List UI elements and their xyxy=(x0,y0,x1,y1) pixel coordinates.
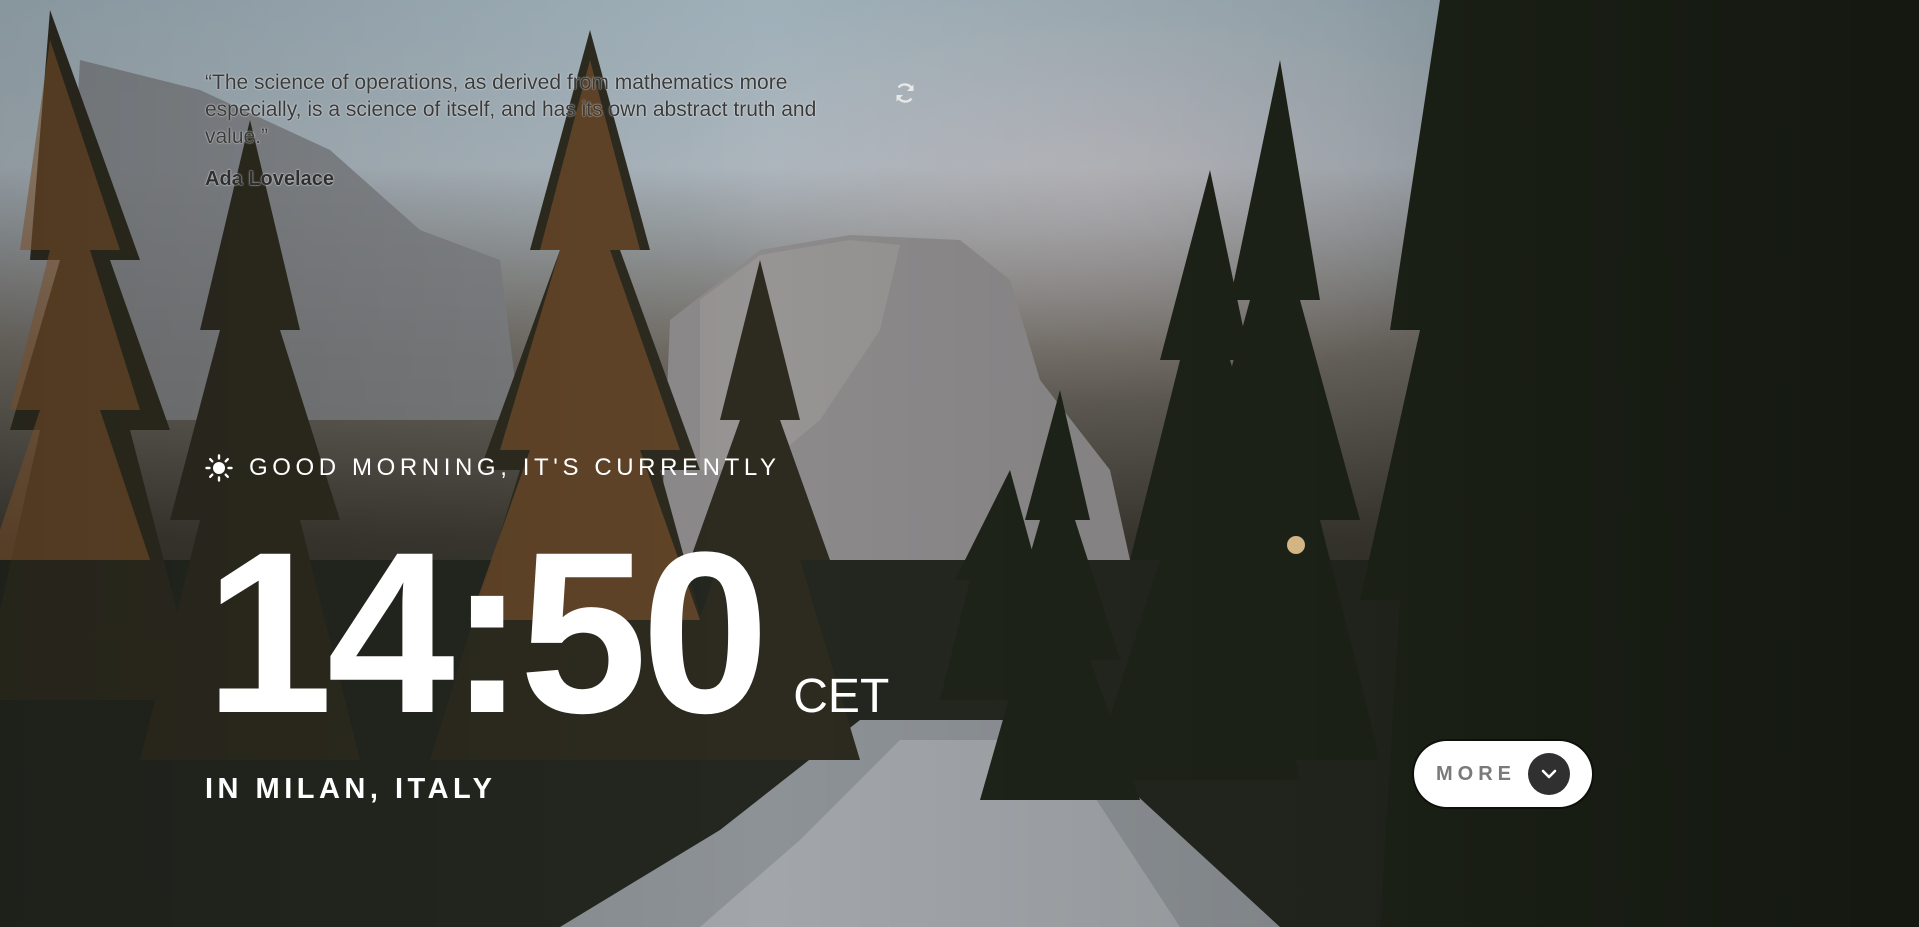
quote-block: “The science of operations, as derived f… xyxy=(205,69,885,191)
clock-time: 14:50 xyxy=(205,504,769,761)
timezone-label: CET xyxy=(793,670,890,723)
app-background: “The science of operations, as derived f… xyxy=(0,0,1919,927)
greeting-text: GOOD MORNING, IT'S CURRENTLY xyxy=(249,454,781,481)
quote-text: “The science of operations, as derived f… xyxy=(205,71,817,148)
refresh-icon xyxy=(896,83,914,103)
location-label: IN MILAN, ITALY xyxy=(205,773,497,805)
greeting-row: GOOD MORNING, IT'S CURRENTLY xyxy=(205,454,781,482)
refresh-quote-button[interactable] xyxy=(893,81,917,105)
time-row: 14:50 CET xyxy=(205,518,889,748)
chevron-down-icon xyxy=(1528,753,1570,795)
sun-icon xyxy=(205,454,233,482)
quote-author: Ada Lovelace xyxy=(205,168,334,190)
more-button-label: MORE xyxy=(1436,762,1516,785)
more-button[interactable]: MORE xyxy=(1414,741,1592,807)
